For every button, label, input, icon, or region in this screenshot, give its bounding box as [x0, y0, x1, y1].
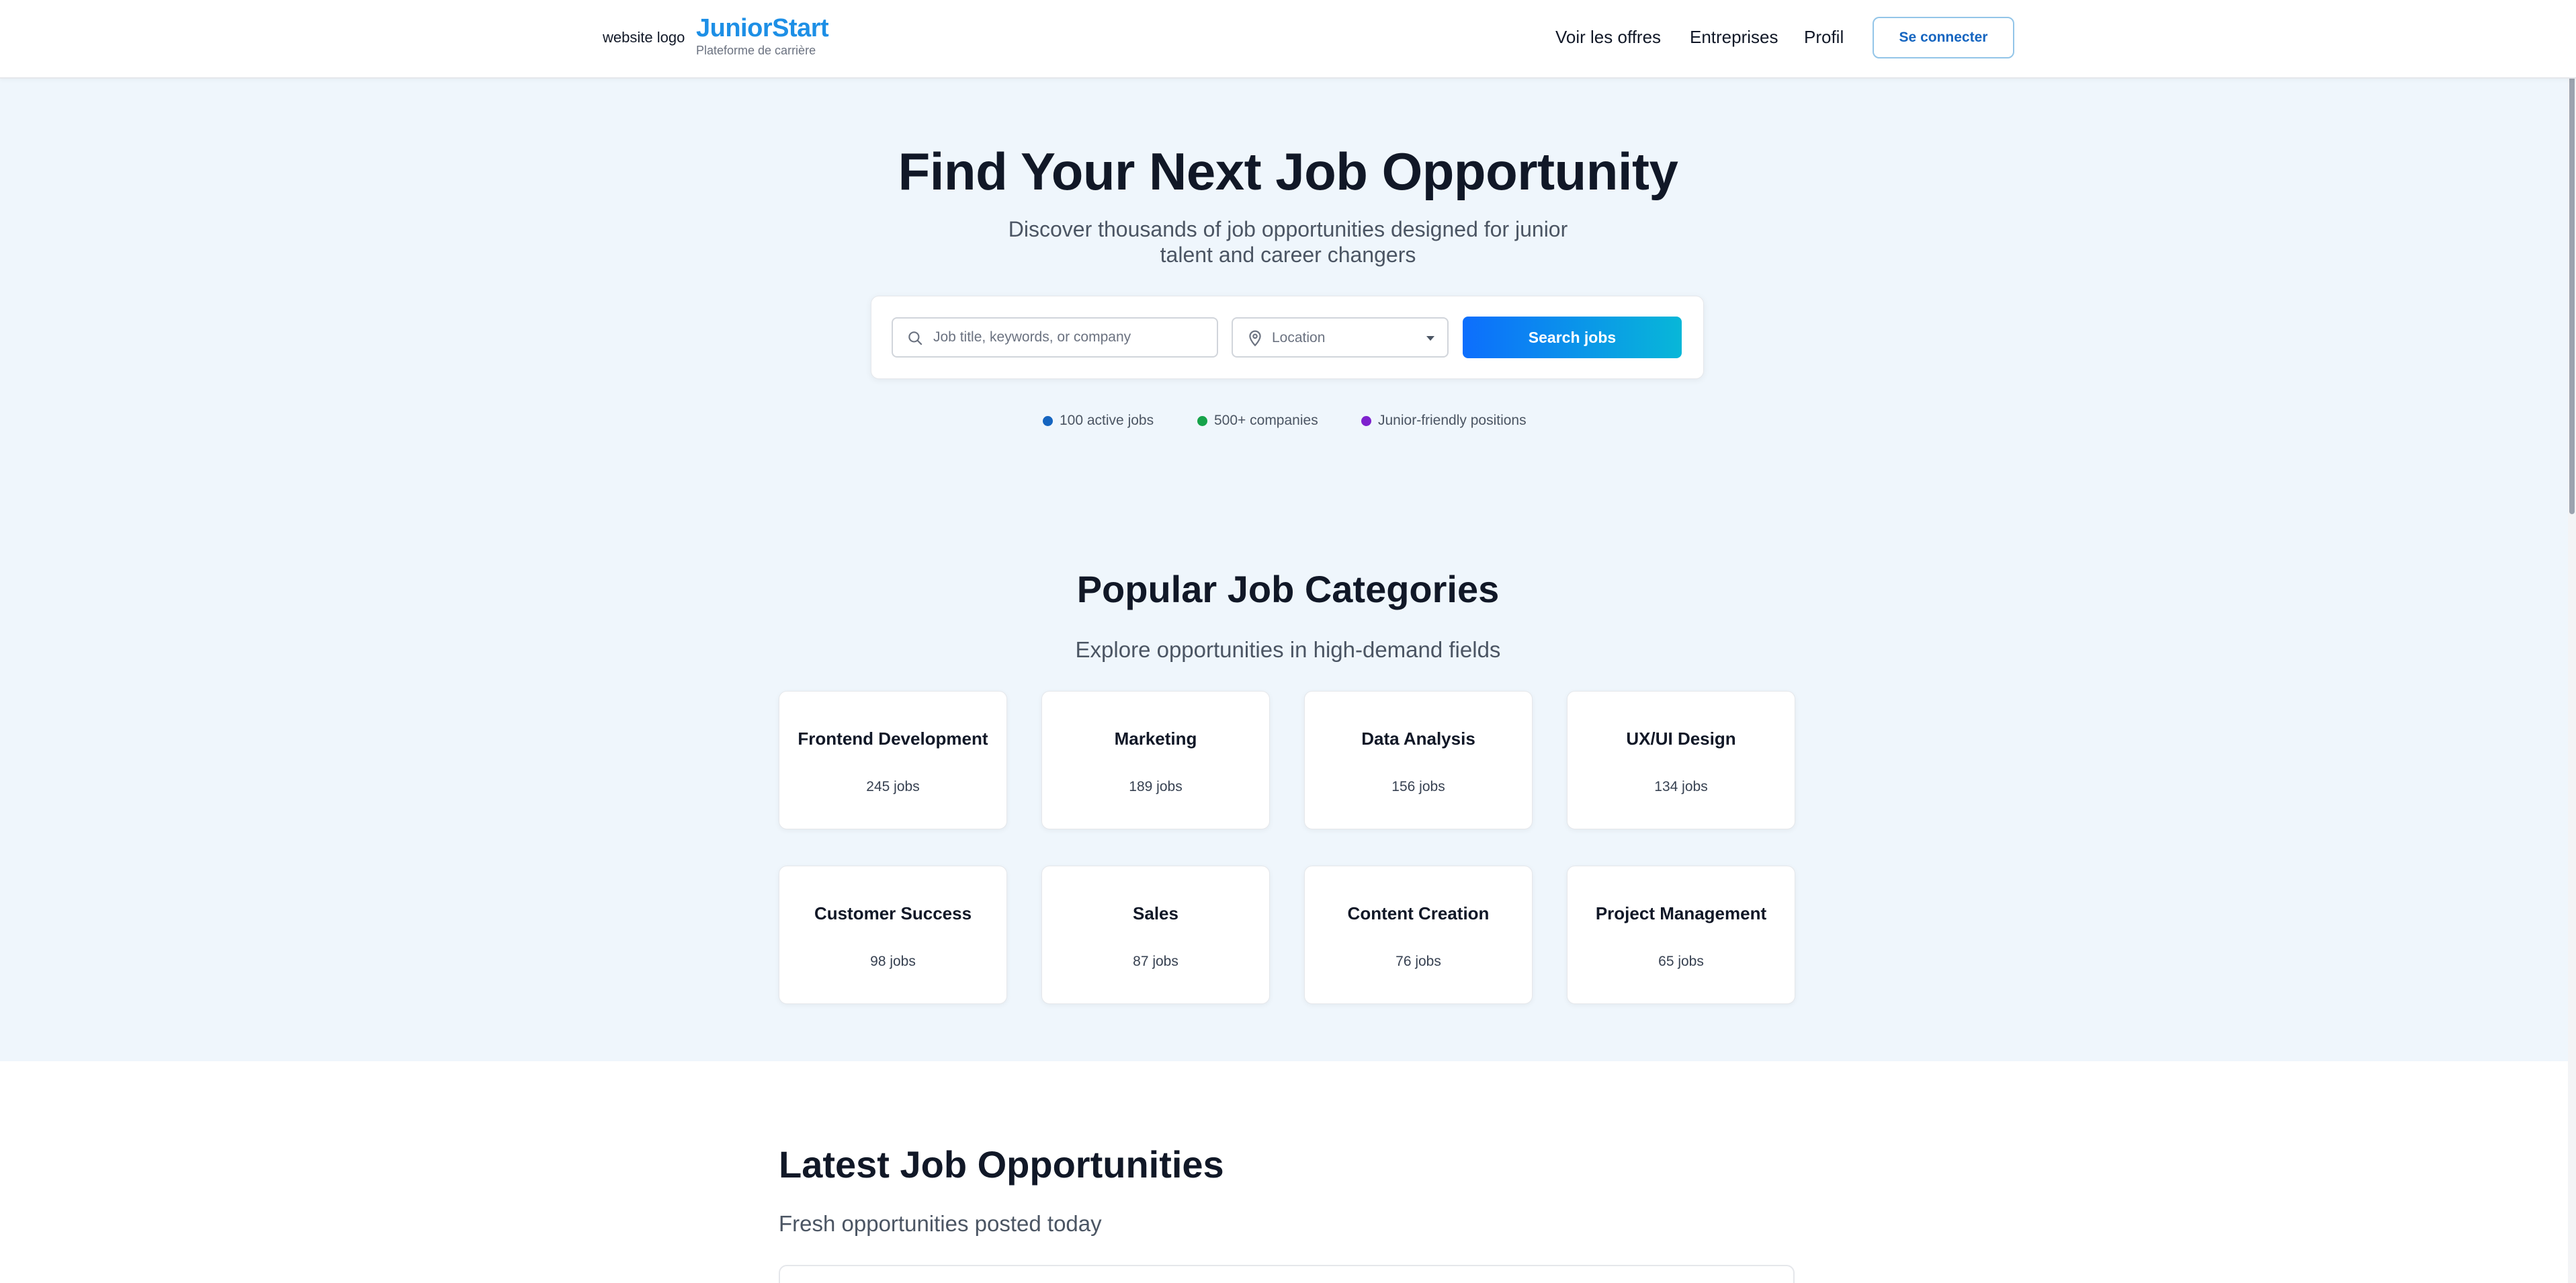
categories-title: Popular Job Categories — [1076, 568, 1500, 610]
stat-dot — [1197, 415, 1207, 426]
location-select[interactable]: Location — [1232, 317, 1449, 358]
location-placeholder: Location — [1272, 330, 1326, 345]
nav-link-companies[interactable]: Entreprises — [1690, 27, 1778, 48]
category-count: 189 jobs — [1129, 779, 1183, 794]
stat-label: 100 active jobs — [1060, 413, 1154, 428]
category-count: 245 jobs — [866, 779, 920, 794]
category-card-ux-ui-design[interactable]: UX/UI Design 134 jobs — [1567, 691, 1795, 829]
latest-jobs-title: Latest Job Opportunities — [779, 1143, 1224, 1186]
category-name: UX/UI Design — [1626, 729, 1736, 749]
map-pin-icon — [1249, 330, 1261, 347]
latest-jobs-subtitle: Fresh opportunities posted today — [779, 1211, 1102, 1236]
category-name: Customer Success — [814, 903, 972, 923]
category-name: Frontend Development — [798, 729, 988, 749]
search-icon — [908, 331, 922, 345]
category-count: 76 jobs — [1396, 954, 1441, 969]
keyword-search-field[interactable] — [892, 317, 1218, 358]
stat-label: 500+ companies — [1214, 413, 1318, 428]
site-header: website logo JuniorStart Plateforme de c… — [0, 0, 2576, 79]
login-button[interactable]: Se connecter — [1873, 17, 2014, 58]
stat-label: Junior-friendly positions — [1378, 413, 1527, 428]
stat-dot — [1361, 415, 1371, 426]
keyword-search-input[interactable] — [933, 319, 1209, 356]
nav-link-offers[interactable]: Voir les offres — [1555, 27, 1661, 48]
brand[interactable]: JuniorStart Plateforme de carrière — [696, 13, 829, 58]
category-count: 156 jobs — [1391, 779, 1445, 794]
category-name: Data Analysis — [1361, 729, 1475, 749]
category-card-marketing[interactable]: Marketing 189 jobs — [1041, 691, 1270, 829]
category-card-sales[interactable]: Sales 87 jobs — [1041, 866, 1270, 1004]
job-card[interactable] — [779, 1265, 1795, 1283]
brand-tagline: Plateforme de carrière — [696, 44, 816, 57]
website-logo[interactable]: website logo — [603, 29, 685, 46]
brand-name: JuniorStart — [696, 14, 829, 42]
nav-link-profile[interactable]: Profil — [1804, 27, 1844, 48]
categories-subtitle: Explore opportunities in high-demand fie… — [1075, 637, 1501, 662]
category-card-project-management[interactable]: Project Management 65 jobs — [1567, 866, 1795, 1004]
search-jobs-button[interactable]: Search jobs — [1463, 317, 1682, 358]
category-card-data-analysis[interactable]: Data Analysis 156 jobs — [1304, 691, 1533, 829]
category-name: Project Management — [1595, 903, 1767, 923]
category-count: 87 jobs — [1133, 954, 1178, 969]
stat-active-jobs: 100 active jobs — [1043, 413, 1154, 429]
category-card-customer-success[interactable]: Customer Success 98 jobs — [779, 866, 1007, 1004]
category-count: 65 jobs — [1658, 954, 1704, 969]
category-name: Marketing — [1114, 729, 1197, 749]
stat-companies: 500+ companies — [1197, 413, 1318, 429]
hero-subtitle: Discover thousands of job opportunities … — [1008, 217, 1568, 267]
category-count: 98 jobs — [870, 954, 916, 969]
category-name: Sales — [1133, 903, 1178, 923]
category-count: 134 jobs — [1654, 779, 1708, 794]
hero-title: Find Your Next Job Opportunity — [898, 142, 1678, 201]
category-card-frontend-development[interactable]: Frontend Development 245 jobs — [779, 691, 1007, 829]
stat-junior-friendly: Junior-friendly positions — [1361, 413, 1527, 429]
category-card-content-creation[interactable]: Content Creation 76 jobs — [1304, 866, 1533, 1004]
stat-dot — [1043, 415, 1053, 426]
caret-down-icon — [1426, 336, 1434, 341]
category-name: Content Creation — [1347, 903, 1490, 923]
